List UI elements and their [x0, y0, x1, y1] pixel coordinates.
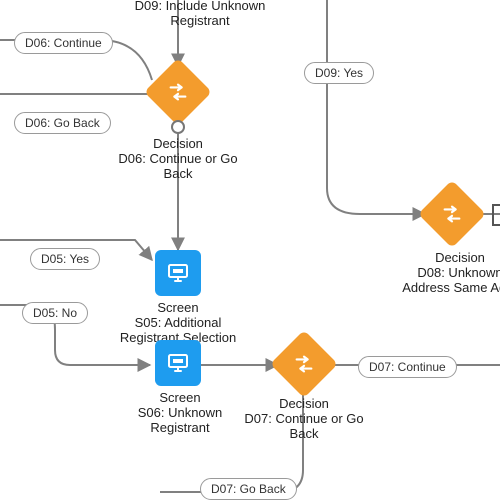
node-decision-d06[interactable]	[154, 68, 202, 116]
node-d07-label: Decision D07: Continue or Go Back	[244, 396, 364, 441]
screen-icon	[155, 250, 201, 296]
decision-icon	[270, 330, 338, 398]
edge-end-bar	[492, 204, 494, 226]
node-screen-s05[interactable]	[155, 250, 201, 296]
node-d06-label: Decision D06: Continue or Go Back	[118, 136, 238, 181]
node-s05-label: Screen S05: Additional Registrant Select…	[110, 300, 246, 345]
node-s06-label: Screen S06: Unknown Registrant	[120, 390, 240, 435]
connector-ring	[171, 120, 185, 134]
edge-label-d05-yes[interactable]: D05: Yes	[30, 248, 100, 270]
edge-label-d07-goback[interactable]: D07: Go Back	[200, 478, 297, 500]
decision-icon	[144, 58, 212, 126]
edge-label-d09-yes[interactable]: D09: Yes	[304, 62, 374, 84]
node-screen-s06[interactable]	[155, 340, 201, 386]
flow-canvas[interactable]: D09: Include Unknown Registrant Decision…	[0, 0, 500, 501]
screen-icon	[155, 340, 201, 386]
edge-label-d06-continue[interactable]: D06: Continue	[14, 32, 113, 54]
node-d08-label: Decision D08: Unknown Address Same Addr	[400, 250, 500, 295]
edge-label-d07-continue[interactable]: D07: Continue	[358, 356, 457, 378]
d09-header-label: D09: Include Unknown Registrant	[120, 0, 280, 28]
edge-label-d06-goback[interactable]: D06: Go Back	[14, 112, 111, 134]
node-decision-d07[interactable]	[280, 340, 328, 388]
decision-icon	[418, 180, 486, 248]
edge-label-d05-no[interactable]: D05: No	[22, 302, 88, 324]
node-decision-d08[interactable]	[428, 190, 476, 238]
